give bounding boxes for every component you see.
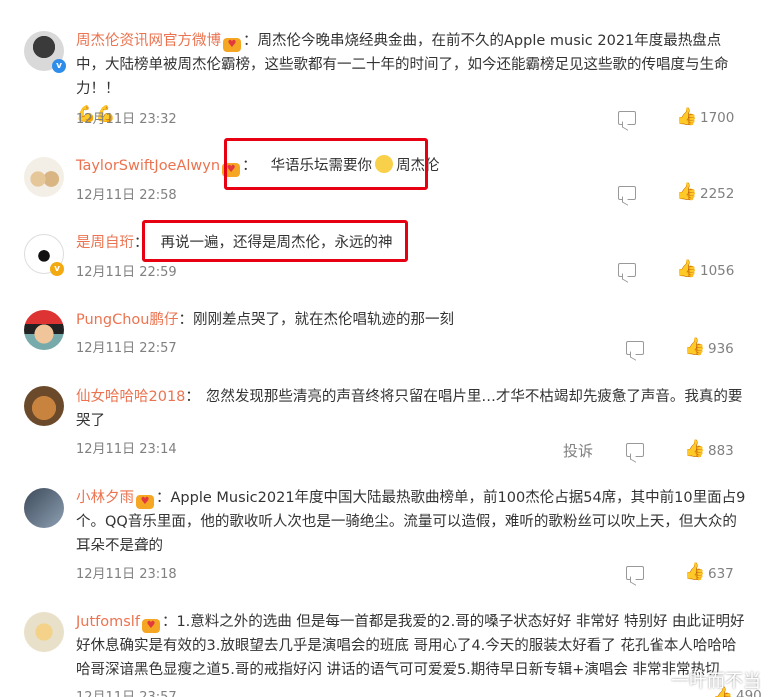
like-icon[interactable]: 👍 — [684, 439, 705, 459]
fan-crown-icon: ♥ — [222, 163, 241, 177]
fan-crown-icon: ♥ — [223, 38, 241, 52]
like-count: 936 — [708, 341, 734, 357]
fan-crown-icon: ♥ — [136, 495, 154, 509]
comment-body: 刚刚差点哭了，就在杰伦唱轨迹的那一刻 — [192, 312, 454, 328]
comment-text: Jutfomslf ♥ ：1.意料之外的选曲 但是每一首都是我爱的2.哥的嗓子状态好… — [76, 614, 745, 678]
reply-icon[interactable] — [618, 186, 636, 200]
like-count: 637 — [708, 566, 734, 582]
comment-username[interactable]: 仙女哈哈哈2018 — [76, 389, 185, 405]
reply-icon[interactable] — [618, 263, 636, 277]
comment-body: 再说一遍，还得是周杰伦，永远的神 — [160, 235, 393, 251]
comment-body: 华语乐坛需要你 — [270, 158, 373, 174]
like-icon[interactable]: 👍 — [676, 182, 697, 202]
comment-username[interactable]: 小林夕雨 — [76, 490, 134, 506]
comment-time: 12月11日 23:32 — [76, 112, 177, 127]
avatar[interactable] — [24, 612, 64, 652]
comment-time: 12月11日 22:59 — [76, 265, 177, 280]
fan-crown-icon: ♥ — [141, 619, 160, 633]
avatar[interactable] — [24, 310, 64, 350]
watermark: 一叶而不当 — [671, 671, 761, 692]
crying-emoji-icon — [375, 155, 394, 173]
comment-body: Apple Music2021年度中国大陆最热歌曲榜单，前100杰伦占据54席，… — [76, 490, 746, 554]
avatar[interactable] — [24, 488, 64, 528]
comment-time: 12月11日 23:57 — [76, 686, 177, 697]
comment-time: 12月11日 23:14 — [76, 442, 177, 457]
comment-text: 周杰伦资讯网官方微博 ♥ ：周杰伦今晚串烧经典金曲，在前不久的Apple music… — [76, 29, 749, 126]
avatar[interactable] — [24, 157, 64, 197]
report-button[interactable]: 投诉 — [563, 440, 593, 461]
like-icon[interactable]: 👍 — [676, 259, 697, 279]
comment-text: TaylorSwiftJoeAlwyn ♥：华语乐坛需要你 周杰伦 — [76, 154, 749, 178]
comment-text: 小林夕雨 ♥ ：Apple Music2021年度中国大陆最热歌曲榜单，前100杰伦… — [76, 490, 746, 554]
verified-badge-icon: v — [52, 59, 66, 73]
comment-text: 是周自珩： 再说一遍，还得是周杰伦，永远的神 — [76, 235, 393, 251]
comment-text: PungChou鹏仔：刚刚差点哭了，就在杰伦唱轨迹的那一刻 — [76, 312, 454, 328]
comment-text: 仙女哈哈哈2018： 忽然发现那些清亮的声音终将只留在唱片里…才华不枯竭却先疲惫了… — [76, 389, 743, 429]
like-count: 1700 — [700, 110, 735, 126]
comment-time: 12月11日 22:57 — [76, 341, 177, 356]
reply-icon[interactable] — [626, 443, 644, 457]
like-icon[interactable]: 👍 — [684, 562, 705, 582]
comment-username[interactable]: Jutfomslf — [76, 614, 140, 630]
like-count: 883 — [708, 443, 734, 459]
comment-username[interactable]: PungChou鹏仔 — [76, 312, 178, 328]
like-icon[interactable]: 👍 — [676, 107, 697, 127]
comment-time: 12月11日 23:18 — [76, 567, 177, 582]
comment-username[interactable]: TaylorSwiftJoeAlwyn — [76, 158, 220, 174]
avatar[interactable] — [24, 386, 64, 426]
reply-icon[interactable] — [626, 341, 644, 355]
comment-time: 12月11日 22:58 — [76, 188, 177, 203]
reply-icon[interactable] — [626, 566, 644, 580]
comment-username[interactable]: 周杰伦资讯网官方微博 — [76, 33, 221, 49]
like-count: 2252 — [700, 186, 735, 202]
verified-badge-icon: v — [50, 262, 64, 276]
like-count: 1056 — [700, 263, 735, 279]
comment-body-tail: 周杰伦 — [396, 158, 440, 174]
comment-body: 1.意料之外的选曲 但是每一首都是我爱的2.哥的嗓子状态好好 非常好 特别好 由… — [76, 614, 745, 678]
reply-icon[interactable] — [618, 111, 636, 125]
like-icon[interactable]: 👍 — [684, 337, 705, 357]
comment-username[interactable]: 是周自珩 — [76, 235, 134, 251]
